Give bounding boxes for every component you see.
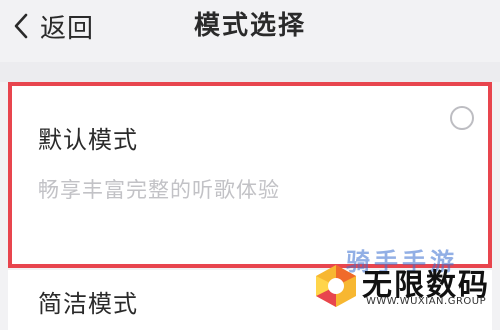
option-title: 默认模式 <box>38 126 138 154</box>
option-description: 畅享丰富完整的听歌体验 <box>38 178 280 202</box>
option-title: 简洁模式 <box>38 290 138 318</box>
page-title: 模式选择 <box>193 11 306 41</box>
option-default-mode[interactable]: 默认模式 畅享丰富完整的听歌体验 <box>8 82 492 268</box>
section-divider <box>0 62 500 82</box>
top-bar: 返回 模式选择 <box>0 0 500 62</box>
radio-button[interactable] <box>450 106 474 130</box>
option-simple-mode[interactable]: 简洁模式 <box>8 270 492 330</box>
